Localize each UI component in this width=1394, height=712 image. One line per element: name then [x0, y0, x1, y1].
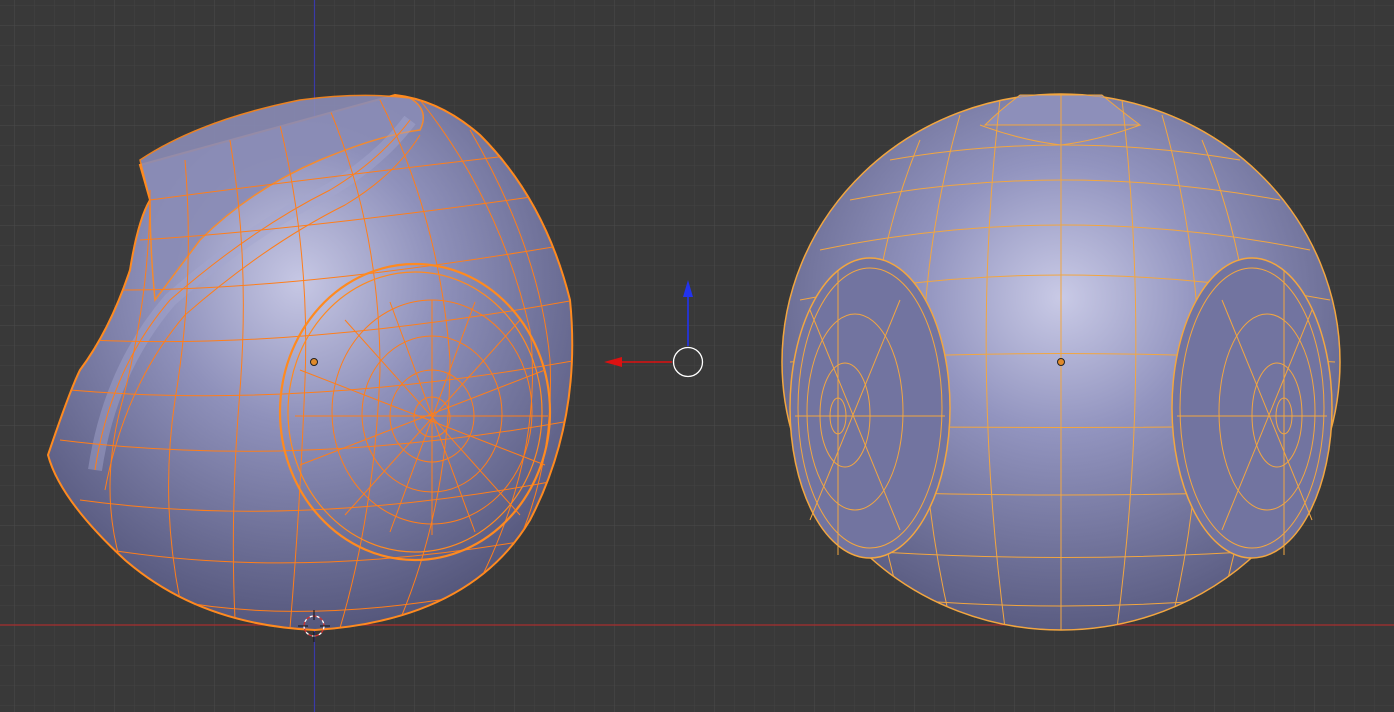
left-object-origin[interactable]	[310, 358, 318, 366]
3d-viewport[interactable]	[0, 0, 1394, 712]
viewport-canvas[interactable]	[0, 0, 1394, 712]
right-mesh-object[interactable]	[781, 93, 1341, 631]
right-object-origin[interactable]	[1057, 358, 1065, 366]
